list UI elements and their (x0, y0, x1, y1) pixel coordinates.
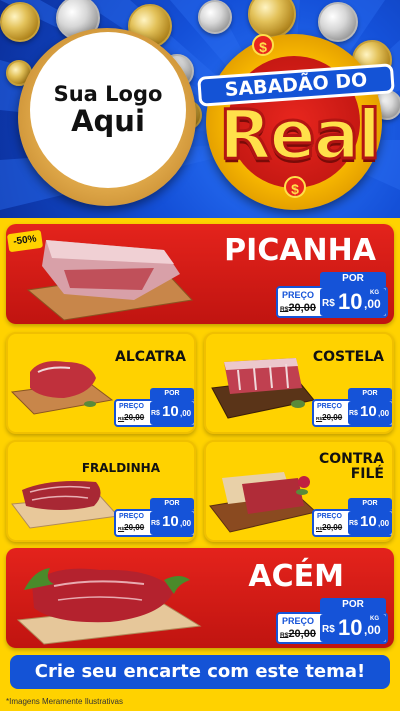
price-box: PREÇO R$20,00 R$ 10 ,00 KG (276, 612, 388, 644)
preco-label: PREÇO (317, 513, 342, 520)
product-name: CONTRA FILÉ (318, 451, 384, 483)
old-price: R$20,00 (280, 302, 316, 314)
campaign-title-main: Real (218, 95, 383, 177)
preco-label: PREÇO (119, 513, 144, 520)
logo-text-line2: Aqui (71, 104, 145, 139)
por-label: POR (320, 272, 386, 286)
disclaimer-text: *Imagens Meramente Ilustrativas (6, 697, 123, 706)
new-price: R$ 10 ,00 (150, 511, 194, 535)
price-box: PREÇO R$20,00 R$ 10 ,00 KG (276, 286, 388, 318)
price-box: PREÇO R$20,00 R$ 10 ,00 (114, 399, 194, 427)
dollar-sign-icon: $ (284, 176, 306, 198)
alcatra-image (10, 361, 114, 415)
campaign-title-badge: $ SABADÃO DO Real $ (197, 34, 395, 210)
price-box: PREÇO R$20,00 R$ 10 ,00 (114, 509, 194, 537)
old-price: R$20,00 (280, 628, 316, 640)
product-name: ACÉM (248, 559, 344, 594)
acem-image (16, 568, 202, 645)
price-tag: POR PREÇO R$20,00 R$ 10 ,00 KG (276, 272, 388, 320)
old-price: R$20,00 (316, 413, 343, 422)
dollar-sign-icon: $ (252, 34, 274, 56)
product-card-costela[interactable]: COSTELA POR PREÇO R$20,00 R$ 10 ,00 (204, 332, 394, 434)
product-name: FRALDINHA (81, 461, 160, 475)
logo-text-line1: Sua Logo (53, 81, 163, 106)
product-card-acem[interactable]: ACÉM POR PREÇO R$20,00 R$ 10 ,00 KG (6, 548, 394, 648)
por-label: POR (150, 498, 194, 509)
coin-decoration (0, 2, 40, 42)
product-name: PICANHA (224, 233, 376, 268)
new-price: R$ 10 ,00 KG (320, 614, 386, 642)
por-label: POR (348, 498, 392, 509)
header-banner: Sua Logo Aqui $ SABADÃO DO Real $ (0, 0, 400, 218)
product-card-contra-file[interactable]: CONTRA FILÉ POR PREÇO R$20,00 R$ 10 ,00 (204, 440, 394, 542)
product-card-alcatra[interactable]: ALCATRA POR PREÇO R$20,00 R$ 10 ,00 (6, 332, 196, 434)
preco-label: PREÇO (119, 403, 144, 410)
contra-file-image (209, 472, 318, 533)
price-box: PREÇO R$20,00 R$ 10 ,00 (312, 509, 392, 537)
product-name: COSTELA (312, 349, 384, 365)
old-price: R$20,00 (316, 523, 343, 532)
cta-banner[interactable]: Crie seu encarte com este tema! (10, 655, 390, 689)
picanha-image (26, 240, 194, 321)
price-tag: POR PREÇO R$20,00 R$ 10 ,00 (312, 388, 392, 428)
por-label: POR (320, 598, 386, 612)
price-tag: POR PREÇO R$20,00 R$ 10 ,00 KG (276, 598, 388, 646)
product-card-fraldinha[interactable]: FRALDINHA POR PREÇO R$20,00 R$ 10 ,00 (6, 440, 196, 542)
old-price: R$20,00 (118, 523, 145, 532)
price-box: PREÇO R$20,00 R$ 10 ,00 (312, 399, 392, 427)
preco-label: PREÇO (317, 403, 342, 410)
por-label: POR (150, 388, 194, 399)
new-price: R$ 10 ,00 (150, 401, 194, 425)
coin-decoration (198, 0, 232, 34)
preco-label: PREÇO (282, 290, 315, 300)
new-price: R$ 10 ,00 (348, 511, 392, 535)
por-label: POR (348, 388, 392, 399)
product-card-picanha[interactable]: PICANHA POR PREÇO R$20,00 R$ 10 ,00 KG (6, 224, 394, 324)
price-tag: POR PREÇO R$20,00 R$ 10 ,00 (114, 388, 194, 428)
old-price: R$20,00 (118, 413, 145, 422)
product-name: ALCATRA (115, 349, 186, 365)
price-tag: POR PREÇO R$20,00 R$ 10 ,00 (312, 498, 392, 538)
price-tag: POR PREÇO R$20,00 R$ 10 ,00 (114, 498, 194, 538)
costela-image (211, 358, 315, 419)
preco-label: PREÇO (282, 616, 315, 626)
new-price: R$ 10 ,00 KG (320, 288, 386, 316)
logo-placeholder[interactable]: Sua Logo Aqui (30, 32, 186, 188)
new-price: R$ 10 ,00 (348, 401, 392, 425)
